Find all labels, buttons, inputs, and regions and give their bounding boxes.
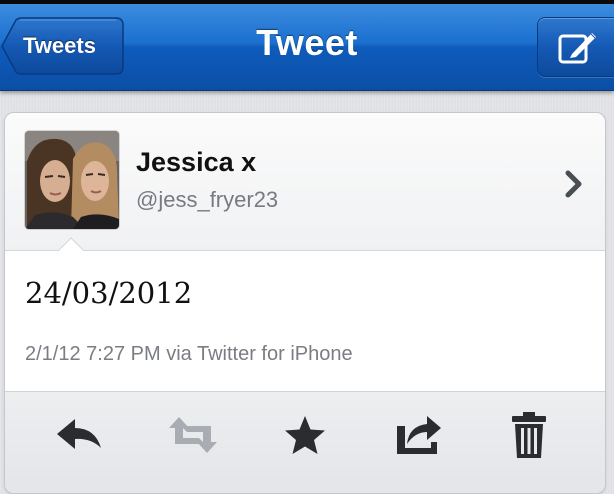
- share-button[interactable]: [391, 410, 447, 460]
- share-icon: [397, 416, 441, 454]
- action-toolbar: [5, 391, 605, 493]
- tweet-card: Jessica x @jess_fryer23 24/03/2012 2/1/1…: [4, 112, 606, 494]
- chevron-right-icon: [565, 170, 582, 198]
- navigation-bar: Tweets Tweet: [0, 0, 614, 91]
- retweet-icon: [169, 417, 217, 453]
- author-name: Jessica x: [136, 147, 257, 177]
- compose-icon: [558, 33, 596, 64]
- star-icon: [285, 416, 325, 454]
- author-row[interactable]: Jessica x @jess_fryer23: [5, 113, 605, 251]
- author-handle: @jess_fryer23: [136, 187, 279, 212]
- page-title: Tweet: [256, 22, 358, 63]
- avatar: [25, 131, 119, 229]
- tweet-timestamp: 2/1/12 7:27 PM via Twitter for iPhone: [25, 343, 353, 365]
- trash-icon: [512, 412, 546, 458]
- reply-icon: [57, 419, 101, 449]
- retweet-button[interactable]: [163, 410, 219, 460]
- delete-button[interactable]: [501, 410, 557, 460]
- reply-button[interactable]: [51, 410, 107, 460]
- favorite-button[interactable]: [277, 410, 333, 460]
- compose-button[interactable]: [537, 17, 614, 77]
- tweet-text: 24/03/2012: [25, 276, 193, 310]
